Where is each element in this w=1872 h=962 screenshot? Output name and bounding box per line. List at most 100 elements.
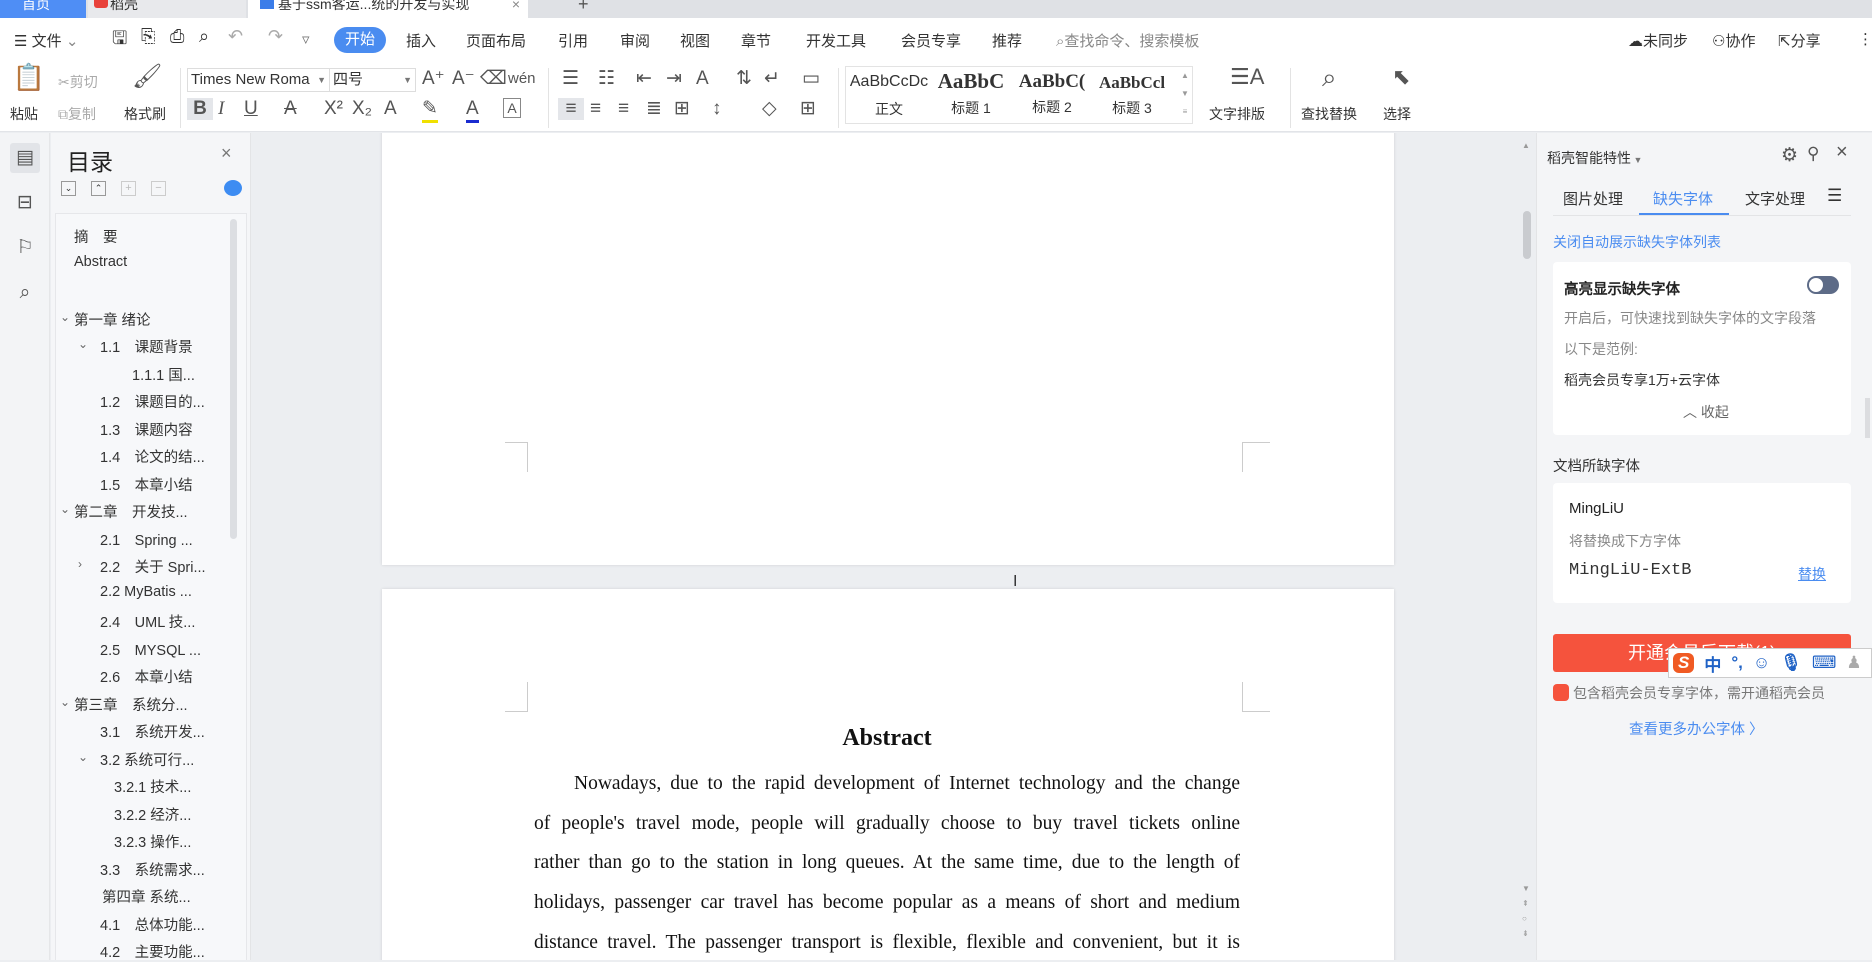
sync-button[interactable]: ☁未同步 <box>1628 30 1688 51</box>
page-1[interactable] <box>382 133 1394 565</box>
font-name-select[interactable]: Times New Roma ▼ <box>187 68 330 92</box>
toc-item[interactable]: ⌄ 第三章 系统分... <box>60 694 188 715</box>
ime-punct[interactable]: °, <box>1731 653 1743 673</box>
expand-all-icon[interactable]: ⌄ <box>61 181 76 196</box>
text-effect-icon[interactable]: A <box>384 98 397 120</box>
share-button[interactable]: ⇱分享 <box>1778 30 1821 51</box>
collab-button[interactable]: ⚇协作 <box>1712 30 1755 51</box>
char-border-icon[interactable]: A <box>503 98 521 118</box>
borders-icon[interactable]: ⊞ <box>800 98 816 120</box>
toc-icon[interactable]: ▤ <box>10 143 40 173</box>
ruler-icon[interactable]: ▭ <box>802 68 820 90</box>
toc-item[interactable]: 3.2.3 操作... <box>114 831 191 852</box>
collapse-all-icon[interactable]: ⌃ <box>91 181 106 196</box>
font-size-select[interactable]: 四号 ▼ <box>330 68 416 92</box>
ime-toolbar[interactable]: S 中 °, ☺ 🎙 ⌨ ♟ <box>1668 648 1872 678</box>
toc-item[interactable]: ⌄ 3.2 系统可行... <box>78 749 194 770</box>
style-heading-3[interactable]: AaBbCcl 标题 3 <box>1092 69 1172 118</box>
style-heading-1[interactable]: AaBbC 标题 1 <box>930 69 1012 118</box>
assistant-icon[interactable] <box>224 180 242 196</box>
tab-image-processing[interactable]: 图片处理 <box>1563 188 1623 209</box>
align-center-icon[interactable]: ≡ <box>590 98 601 120</box>
toc-item[interactable]: 摘 要 <box>74 226 118 247</box>
scroll-thumb[interactable] <box>1523 211 1531 259</box>
font-color-icon[interactable]: A <box>466 98 479 123</box>
toc-item[interactable]: Abstract <box>74 254 127 270</box>
toc-item[interactable]: 第四章 系统... <box>102 886 191 907</box>
tab-member[interactable]: 会员专享 <box>901 30 961 51</box>
sort-icon[interactable]: ⇅ <box>736 68 752 90</box>
emoji-icon[interactable]: ☺ <box>1753 653 1770 673</box>
microphone-icon[interactable]: 🎙 <box>1780 653 1802 673</box>
toc-item[interactable]: 1.2 课题目的... <box>100 391 205 412</box>
paste-label[interactable]: 粘贴 <box>10 104 38 124</box>
style-normal[interactable]: AaBbCcDc 正文 <box>848 69 930 119</box>
remove-level-icon[interactable]: − <box>151 181 166 196</box>
search-icon[interactable]: ⌕ <box>10 278 40 308</box>
undo-icon[interactable]: ↶ <box>228 26 243 47</box>
tab-view[interactable]: 视图 <box>680 30 710 51</box>
line-spacing-icon[interactable]: ↕ <box>712 98 722 120</box>
copy-button[interactable]: ⧉复制 <box>58 104 96 124</box>
chevron-down-icon[interactable]: ⌄ <box>60 310 70 324</box>
tab-text-processing[interactable]: 文字处理 <box>1745 188 1805 209</box>
toc-item[interactable]: 4.1 总体功能... <box>100 914 205 935</box>
justify-icon[interactable]: ≣ <box>646 98 662 120</box>
settings-icon[interactable]: ⚙ <box>1781 144 1798 167</box>
format-painter-icon[interactable]: 🖌 <box>132 65 162 89</box>
cut-button[interactable]: ✂剪切 <box>58 72 98 92</box>
toc-item[interactable]: 2.4 UML 技... <box>100 611 195 632</box>
superscript-icon[interactable]: X² <box>324 98 343 120</box>
strikethrough-icon[interactable]: A <box>284 98 297 120</box>
toc-item[interactable]: 2.6 本章小结 <box>100 666 193 687</box>
close-auto-show-link[interactable]: 关闭自动展示缺失字体列表 <box>1553 232 1721 252</box>
chevron-down-icon[interactable]: ⌄ <box>78 750 88 764</box>
shading-icon[interactable]: ◇ <box>762 98 777 120</box>
numbering-icon[interactable]: ☷ <box>598 68 615 90</box>
close-icon[interactable]: × <box>1836 141 1848 164</box>
toc-item[interactable]: 1.3 课题内容 <box>100 419 193 440</box>
print-preview-icon[interactable]: ⌕ <box>199 26 209 47</box>
file-menu[interactable]: ☰ 文件 ⌄ <box>14 30 78 51</box>
tab-home-ribbon[interactable]: 开始 <box>334 27 386 53</box>
tab-home[interactable]: 首页 <box>0 0 86 18</box>
toc-item[interactable]: 1.4 论文的结... <box>100 446 205 467</box>
toc-item[interactable]: 3.1 系统开发... <box>100 721 205 742</box>
paste-button[interactable]: 📋 <box>12 64 46 96</box>
select-button[interactable]: 选择 <box>1383 104 1411 124</box>
user-icon[interactable]: ♟ <box>1846 653 1861 673</box>
document-canvas[interactable]: I <box>251 133 1519 960</box>
new-tab-button[interactable]: + <box>570 0 600 18</box>
distribute-icon[interactable]: ⊞ <box>674 98 690 120</box>
keyboard-icon[interactable]: ⌨ <box>1812 653 1837 673</box>
highlight-icon[interactable]: ✎ <box>422 98 438 123</box>
highlight-toggle[interactable] <box>1807 276 1839 294</box>
more-fonts-link[interactable]: 查看更多办公字体 〉 <box>1629 718 1764 739</box>
panel-title-dropdown[interactable]: 稻壳智能特性 ▼ <box>1547 148 1642 168</box>
underline-icon[interactable]: U <box>244 98 258 120</box>
toc-item[interactable]: › 2.2 关于 Spri... <box>78 556 206 577</box>
panel-scrollbar[interactable] <box>1865 398 1870 438</box>
tab-review[interactable]: 审阅 <box>620 30 650 51</box>
toc-item[interactable]: ⌄ 第一章 绪论 <box>60 309 151 330</box>
replace-link[interactable]: 替换 <box>1798 564 1826 584</box>
shrink-font-icon[interactable]: A⁻ <box>452 68 475 90</box>
toc-item[interactable]: 1.5 本章小结 <box>100 474 193 495</box>
collapse-button[interactable]: ︿ 收起 <box>1683 402 1729 422</box>
decrease-indent-icon[interactable]: ⇤ <box>636 68 652 90</box>
line-break-icon[interactable]: ↵ <box>764 68 780 90</box>
text-layout-button[interactable]: 文字排版 <box>1209 104 1265 124</box>
align-left-icon[interactable]: ≡ <box>558 98 584 120</box>
tab-missing-fonts[interactable]: 缺失字体 <box>1653 188 1713 209</box>
align-right-icon[interactable]: ≡ <box>618 98 629 120</box>
toc-item[interactable]: 3.3 系统需求... <box>100 859 205 880</box>
chevron-down-icon[interactable]: ⌄ <box>78 337 88 351</box>
more-icon[interactable]: ⋮ <box>1858 30 1872 48</box>
toc-item[interactable]: 3.2.2 经济... <box>114 804 191 825</box>
increase-indent-icon[interactable]: ⇥ <box>666 68 682 90</box>
add-level-icon[interactable]: + <box>121 181 136 196</box>
tab-docer[interactable]: 稻壳 <box>88 0 246 18</box>
tab-page-layout[interactable]: 页面布局 <box>466 30 526 51</box>
find-replace-icon[interactable]: ⌕ <box>1322 64 1337 90</box>
toc-item[interactable]: 3.2.1 技术... <box>114 776 191 797</box>
